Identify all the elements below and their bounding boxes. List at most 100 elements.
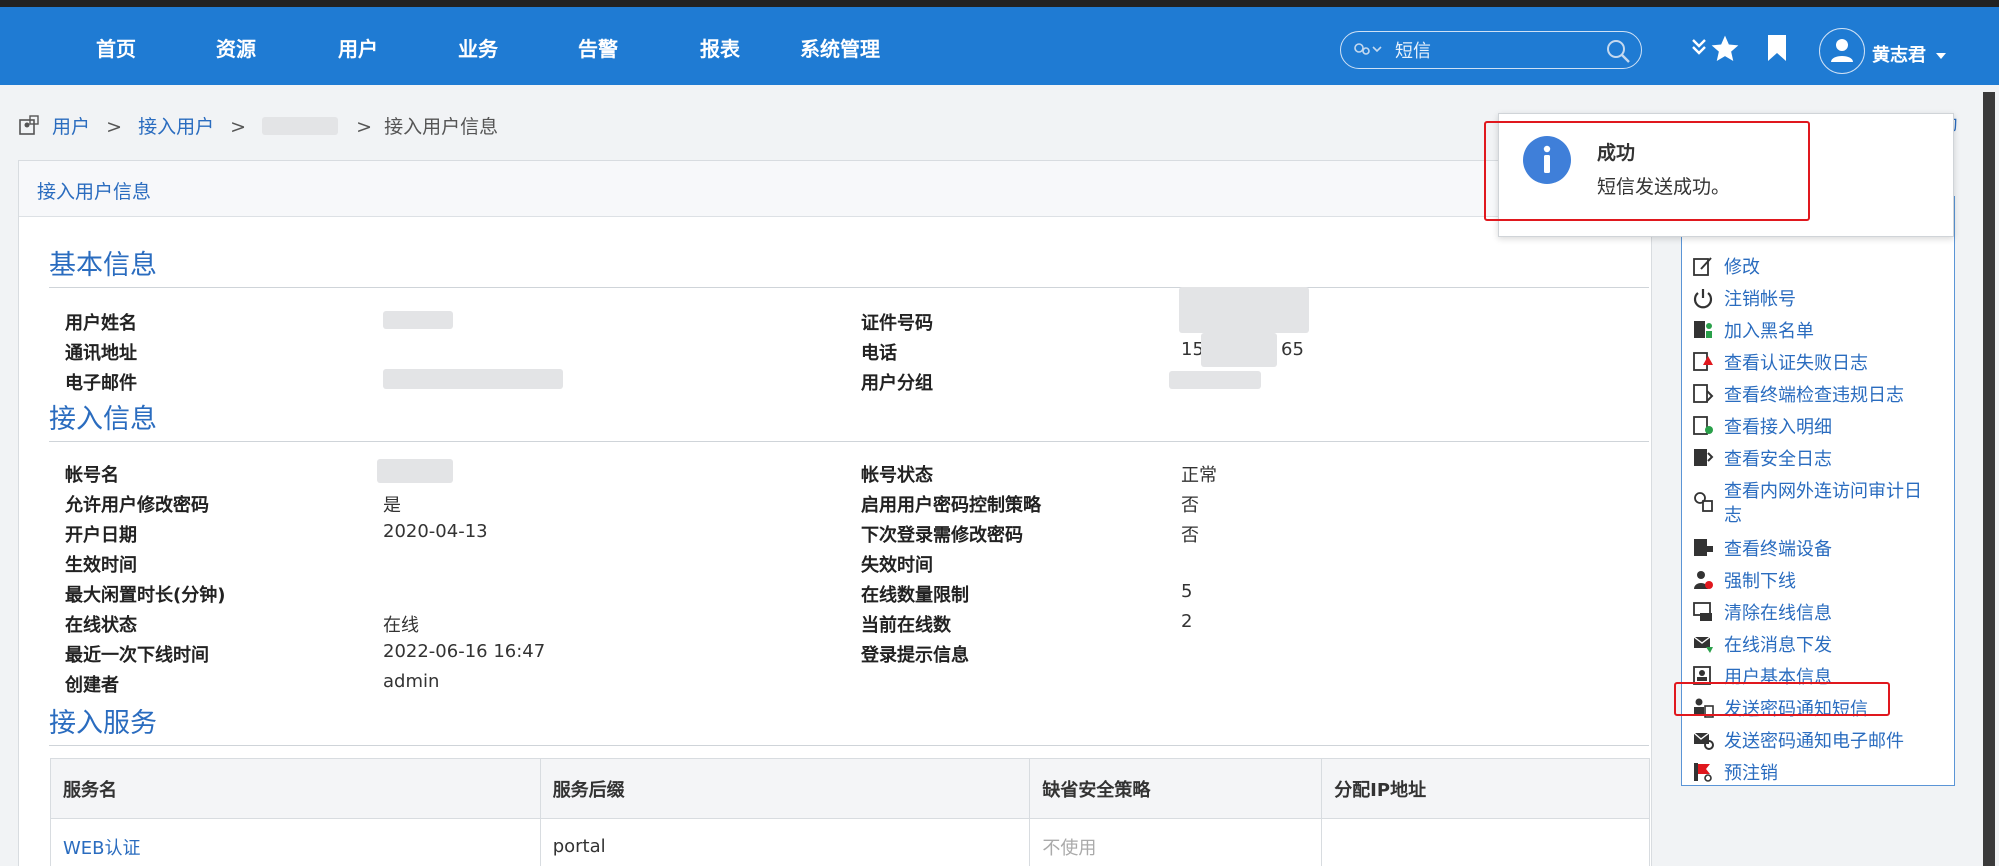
column-header-service-suffix: 服务后缀 <box>539 758 1031 819</box>
favorite-star-icon[interactable] <box>1708 33 1742 70</box>
value-last-offline-time: 2022-06-16 16:47 <box>383 641 546 662</box>
label-login-prompt: 登录提示信息 <box>861 645 969 666</box>
table-row: WEB认证 portal 不使用 <box>50 818 1650 866</box>
value-password-policy: 否 <box>1181 495 1199 516</box>
section-divider <box>49 745 1649 746</box>
label-online-limit: 在线数量限制 <box>861 585 969 606</box>
security-log-icon <box>1692 447 1714 469</box>
cell-service-name[interactable]: WEB认证 <box>50 818 541 866</box>
toast-title: 成功 <box>1597 142 1636 164</box>
label-user-group: 用户分组 <box>861 373 933 394</box>
breadcrumb-access-users[interactable]: 接入用户 <box>138 116 214 138</box>
pre-cancel-icon <box>1692 761 1714 783</box>
label-phone: 电话 <box>861 343 897 364</box>
label-online-status: 在线状态 <box>65 615 137 636</box>
label-address: 通讯地址 <box>65 343 137 364</box>
value-current-online: 2 <box>1181 611 1193 632</box>
cell-default-security-policy: 不使用 <box>1029 818 1323 866</box>
search-icon[interactable] <box>1605 38 1631 69</box>
value-account-name-blurred <box>377 459 453 483</box>
breadcrumb: 用户 > 接入用户 > > 接入用户信息 <box>18 112 499 138</box>
value-email-blurred <box>383 369 563 389</box>
expand-double-chevron-icon[interactable] <box>1690 37 1708 62</box>
value-user-name-blurred <box>383 311 453 329</box>
table-header-row: 服务名 服务后缀 缺省安全策略 分配IP地址 <box>50 758 1650 819</box>
panel-header: 接入用户信息 <box>19 161 1651 217</box>
access-details-icon <box>1692 415 1714 437</box>
auth-failure-log-icon <box>1692 351 1714 373</box>
label-email: 电子邮件 <box>65 373 137 394</box>
label-creator: 创建者 <box>65 675 119 696</box>
top-nav-bar: 首页 资源 用户 业务 告警 报表 系统管理 黄志君 <box>0 7 1999 85</box>
nav-business[interactable]: 业务 <box>458 33 498 62</box>
label-id-number: 证件号码 <box>861 313 933 334</box>
label-last-offline-time: 最近一次下线时间 <box>65 645 209 666</box>
section-title-access: 接入信息 <box>49 404 157 435</box>
breadcrumb-current: 接入用户信息 <box>384 116 499 138</box>
bookmark-icon[interactable] <box>1766 33 1788 68</box>
search-box[interactable] <box>1340 31 1642 69</box>
online-message-icon <box>1692 633 1714 655</box>
value-phone-suffix: 65 <box>1281 339 1304 360</box>
search-scope-icon[interactable] <box>1353 40 1383 62</box>
value-user-group-blurred <box>1169 371 1261 389</box>
user-avatar[interactable] <box>1819 28 1865 74</box>
section-divider <box>49 441 1649 442</box>
power-icon <box>1692 287 1714 309</box>
label-password-policy: 启用用户密码控制策略 <box>861 495 1041 516</box>
label-max-idle: 最大闲置时长(分钟) <box>65 585 226 606</box>
edit-icon <box>1692 255 1714 277</box>
nav-resources[interactable]: 资源 <box>216 33 256 62</box>
value-account-status: 正常 <box>1181 465 1217 486</box>
value-id-number-blurred <box>1179 287 1309 333</box>
label-user-name: 用户姓名 <box>65 313 137 334</box>
nav-users[interactable]: 用户 <box>338 33 378 62</box>
clear-online-info-icon <box>1692 601 1714 623</box>
nav-home[interactable]: 首页 <box>96 33 136 62</box>
terminal-devices-icon <box>1692 537 1714 559</box>
services-table: 服务名 服务后缀 缺省安全策略 分配IP地址 WEB认证 portal 不使用 <box>50 758 1650 866</box>
user-basic-info-icon <box>1692 665 1714 687</box>
user-name[interactable]: 黄志君 <box>1872 41 1926 67</box>
cell-assigned-ip <box>1321 818 1650 866</box>
section-title-basic: 基本信息 <box>49 250 157 281</box>
toast-message: 短信发送成功。 <box>1597 176 1731 198</box>
page-scrollbar[interactable] <box>1983 92 1995 866</box>
user-menu-caret-icon[interactable] <box>1936 53 1946 59</box>
window-top-strip <box>0 0 1999 7</box>
breadcrumb-user-blurred[interactable] <box>262 117 339 135</box>
column-header-assigned-ip: 分配IP地址 <box>1321 758 1650 819</box>
label-effective-time: 生效时间 <box>65 555 137 576</box>
column-header-service-name: 服务名 <box>50 758 541 819</box>
breadcrumb-users[interactable]: 用户 <box>52 116 90 138</box>
send-password-email-icon <box>1692 729 1714 751</box>
label-account-name: 帐号名 <box>65 465 119 486</box>
value-online-status: 在线 <box>383 615 419 636</box>
section-divider <box>49 287 1649 288</box>
value-creator: admin <box>383 671 440 692</box>
action-sidebar: 刷新 修改 注销帐号 加入黑名单 查看认证失败日志 查看终端检查违规日志 查看接… <box>1681 196 1955 786</box>
panel-title: 接入用户信息 <box>37 181 152 203</box>
force-offline-icon <box>1692 569 1714 591</box>
label-account-status: 帐号状态 <box>861 465 933 486</box>
info-icon <box>1523 136 1571 184</box>
cell-service-suffix: portal <box>539 818 1031 866</box>
label-allow-change-password: 允许用户修改密码 <box>65 495 209 516</box>
label-current-online: 当前在线数 <box>861 615 951 636</box>
value-online-limit: 5 <box>1181 581 1193 602</box>
value-open-date: 2020-04-13 <box>383 521 488 542</box>
nav-reports[interactable]: 报表 <box>700 33 740 62</box>
value-phone-blurred <box>1201 333 1277 367</box>
terminal-violation-log-icon <box>1692 383 1714 405</box>
blacklist-icon <box>1692 319 1714 341</box>
label-expire-time: 失效时间 <box>861 555 933 576</box>
search-input[interactable] <box>1395 38 1595 62</box>
label-open-date: 开户日期 <box>65 525 137 546</box>
column-header-default-security-policy: 缺省安全策略 <box>1029 758 1323 819</box>
value-allow-change-password: 是 <box>383 495 401 516</box>
breadcrumb-home-icon <box>18 114 40 141</box>
value-next-login-change: 否 <box>1181 525 1199 546</box>
nav-system-management[interactable]: 系统管理 <box>800 33 880 62</box>
intranet-audit-icon <box>1692 491 1714 513</box>
nav-alarms[interactable]: 告警 <box>578 33 618 62</box>
